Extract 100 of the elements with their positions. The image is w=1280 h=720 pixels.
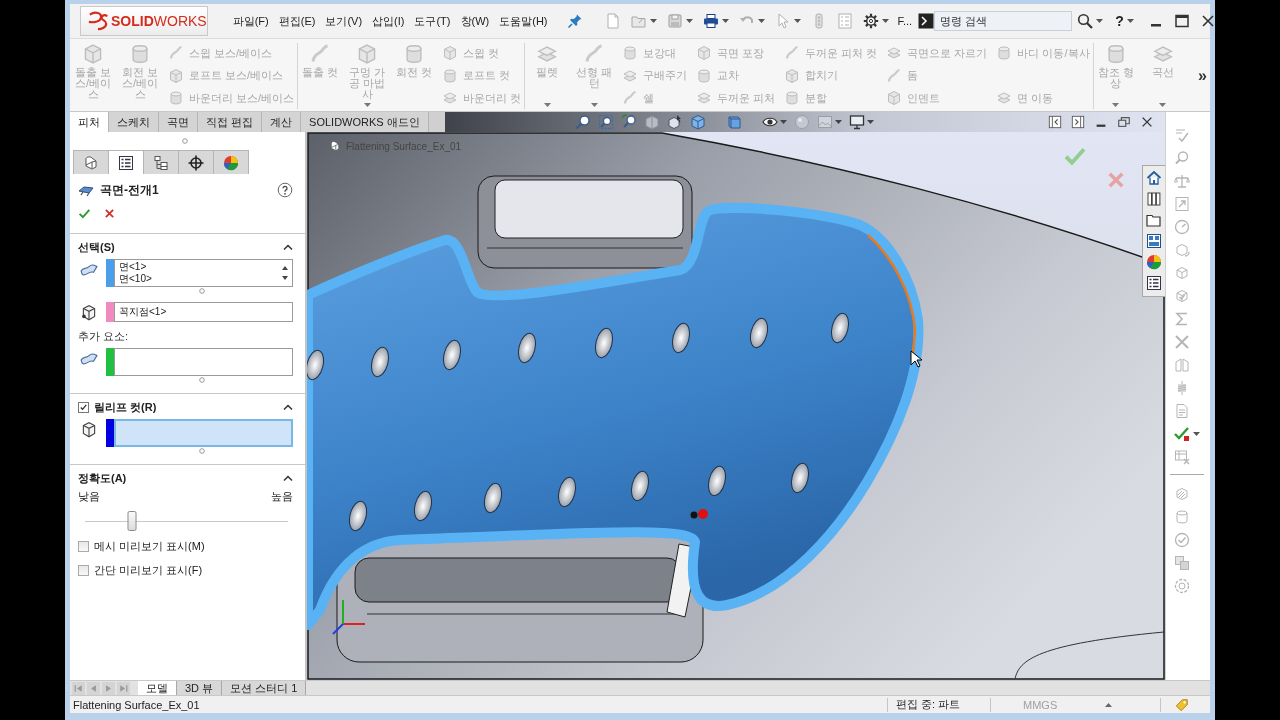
command-tab[interactable]: 직접 편집 — [198, 112, 263, 132]
menu-item[interactable]: 편집(E) — [277, 13, 317, 29]
dropdown-caret-icon[interactable] — [881, 19, 889, 23]
selection-list[interactable] — [114, 348, 293, 376]
list-entry[interactable]: 꼭지점<1> — [119, 306, 167, 318]
dropdown-caret-icon[interactable] — [835, 120, 842, 124]
books-icon[interactable] — [1146, 191, 1162, 207]
magnifier-arrow-icon[interactable] — [621, 114, 637, 130]
chevron-up-icon[interactable] — [283, 244, 293, 250]
dropdown-caret-icon[interactable] — [649, 19, 657, 23]
dropdown-caret-icon[interactable] — [867, 120, 874, 124]
command-tab[interactable]: SOLIDWORKS 애드인 — [301, 112, 429, 132]
checkbox-label[interactable]: 간단 미리보기 표시(F) — [94, 562, 203, 578]
menu-item[interactable]: 보기(V) — [324, 13, 364, 29]
check-icon[interactable] — [78, 207, 91, 220]
checkbox[interactable] — [78, 540, 89, 552]
stacked-plates-icon — [696, 90, 713, 106]
caret-up-icon[interactable] — [1105, 702, 1113, 707]
resize-handle-icon[interactable] — [198, 448, 205, 454]
dropdown-caret-icon[interactable] — [793, 19, 801, 23]
menu-item[interactable]: 창(W) — [459, 13, 491, 29]
section-title[interactable]: 릴리프 컷(R) — [94, 399, 157, 415]
unit-system-label[interactable]: MMGS — [1023, 698, 1058, 711]
color-ball-icon — [223, 154, 239, 171]
stacked-plates-icon — [996, 90, 1013, 106]
grid-window-icon[interactable] — [1146, 233, 1162, 249]
tree-list-icon — [153, 154, 169, 171]
help-icon[interactable] — [277, 182, 293, 198]
folder-outline-icon[interactable] — [1146, 212, 1162, 228]
chevron-up-icon[interactable] — [283, 404, 293, 410]
tag-icon[interactable] — [1175, 697, 1189, 712]
checkbox[interactable] — [78, 564, 89, 576]
tick-square-icon[interactable] — [1174, 426, 1190, 442]
pin-icon[interactable] — [566, 13, 583, 29]
view-cube-icon[interactable] — [690, 114, 706, 130]
view-tab[interactable]: 모델 — [138, 681, 177, 695]
menu-item[interactable]: 도구(T) — [413, 13, 452, 29]
resize-handle-icon[interactable] — [181, 138, 188, 144]
help-button[interactable]: ? — [1115, 13, 1124, 29]
menu-item[interactable]: 파일(F) — [231, 13, 270, 29]
pointer-cube-icon[interactable] — [667, 114, 683, 130]
maximize-icon[interactable] — [1173, 13, 1190, 29]
dropdown-caret-icon[interactable] — [1096, 19, 1104, 23]
cube-icon — [442, 45, 459, 61]
half-cube-icon[interactable] — [644, 114, 660, 130]
checkbox-label[interactable]: 메시 미리보기 표시(M) — [94, 538, 205, 554]
dropdown-caret-icon[interactable] — [685, 19, 693, 23]
panel-tab[interactable] — [143, 150, 179, 174]
gear-icon[interactable] — [862, 13, 879, 29]
cube-check-icon[interactable] — [1174, 288, 1190, 304]
dropdown-caret-icon[interactable] — [757, 19, 765, 23]
dropdown-caret-icon[interactable] — [721, 19, 729, 23]
magnifier-box-icon[interactable] — [598, 114, 614, 130]
checkbox[interactable] — [78, 401, 89, 413]
section-title[interactable]: 선택(S) — [78, 239, 115, 255]
dropdown-caret-icon[interactable] — [780, 120, 787, 124]
selection-list[interactable]: 면<1> 면<10> — [114, 259, 293, 287]
dropdown-caret-icon[interactable] — [1193, 432, 1200, 436]
printer-icon[interactable] — [702, 13, 719, 29]
close-icon[interactable] — [1199, 13, 1216, 29]
close-icon[interactable] — [1140, 115, 1154, 129]
logo-mark-icon — [87, 11, 109, 31]
command-tab[interactable]: 피처 — [70, 112, 109, 132]
cylinder-icon — [622, 45, 639, 61]
section-title[interactable]: 정확도(A) — [78, 470, 127, 486]
toolbar-label[interactable]: F... — [897, 15, 913, 27]
list-entry[interactable]: 면<1> — [119, 261, 147, 273]
menu-item[interactable]: 도움말(H) — [498, 13, 549, 29]
stacked-plates-icon — [886, 45, 903, 61]
view-tab[interactable]: 3D 뷰 — [177, 681, 223, 695]
circle-check-icon[interactable] — [1174, 532, 1190, 548]
restore-icon[interactable] — [1117, 115, 1131, 129]
command-search-field[interactable]: 명령 검색 — [934, 11, 1073, 31]
menu-item[interactable]: 삽입(I) — [371, 13, 406, 29]
slider-thumb[interactable] — [127, 511, 137, 531]
shaded-cube-icon[interactable] — [726, 114, 742, 130]
cylinder-icon — [168, 90, 184, 106]
command-tab[interactable]: 곡면 — [159, 112, 198, 132]
selection-list[interactable]: 꼭지점<1> — [114, 302, 293, 322]
resize-handle-icon[interactable] — [198, 288, 205, 294]
command-tab[interactable]: 계산 — [262, 112, 302, 132]
home-icon[interactable] — [1146, 170, 1162, 186]
command-tab[interactable]: 스케치 — [109, 112, 159, 132]
resize-handle-icon[interactable] — [198, 377, 205, 383]
dropdown-caret-icon[interactable] — [1126, 19, 1134, 23]
panel-left-icon[interactable] — [1048, 115, 1062, 129]
panel-tab[interactable] — [178, 150, 214, 174]
panel-right-icon[interactable] — [1071, 115, 1085, 129]
cube-vertex-icon — [80, 304, 98, 322]
magnifier-icon[interactable] — [575, 114, 591, 130]
cross-icon[interactable] — [103, 207, 116, 220]
color-ball-icon[interactable] — [1146, 254, 1162, 270]
list-entry[interactable]: 면<10> — [119, 273, 152, 285]
cylinder-icon — [784, 90, 801, 106]
view-tab[interactable]: 모션 스터디 1 — [222, 681, 307, 695]
search-icon[interactable] — [1077, 13, 1094, 29]
list-icon[interactable] — [1146, 275, 1162, 291]
chevron-up-icon[interactable] — [283, 475, 293, 481]
monitor-icon[interactable] — [849, 114, 865, 130]
part-outline-icon[interactable] — [329, 140, 341, 152]
